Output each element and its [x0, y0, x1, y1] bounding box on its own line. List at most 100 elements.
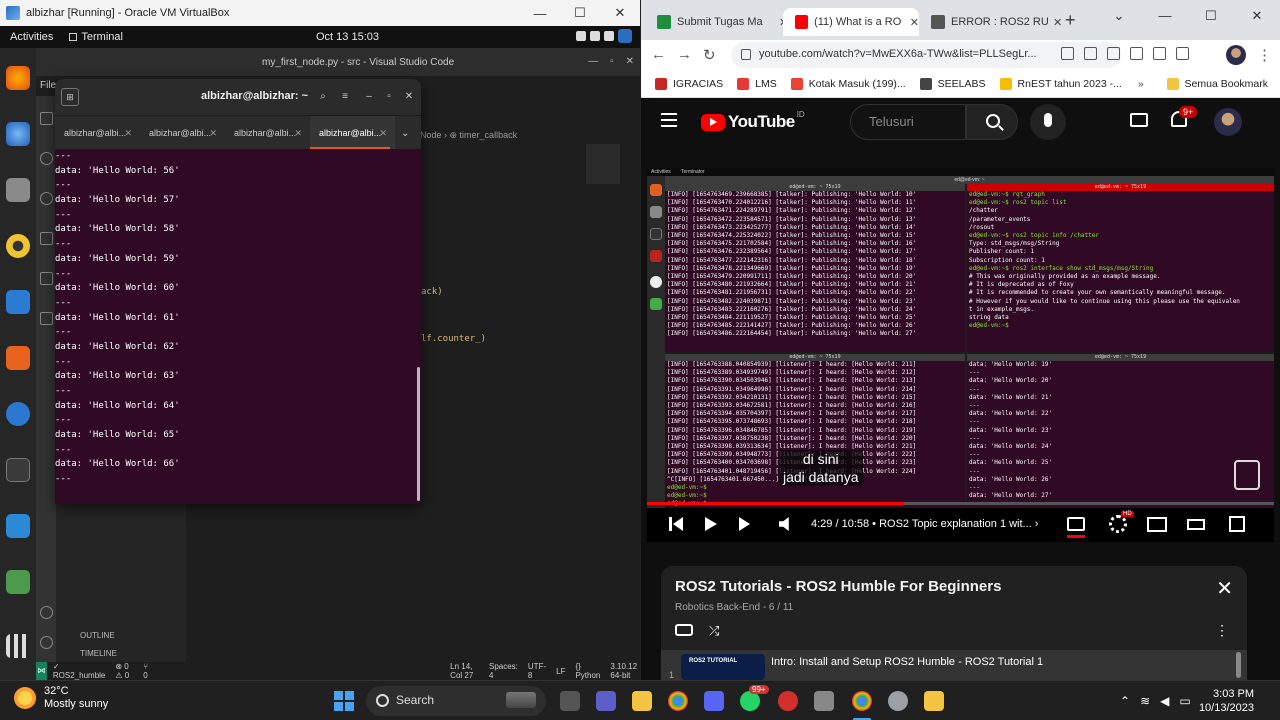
vbox-minimize-button[interactable]: —	[520, 6, 560, 21]
play-icon[interactable]	[705, 517, 717, 531]
playlist-title[interactable]: ROS2 Tutorials - ROS2 Humble For Beginne…	[675, 578, 1001, 595]
shuffle-icon[interactable]: ⤮	[709, 623, 719, 639]
terminal-tab[interactable]: albizhar@albi... ✕	[55, 116, 140, 149]
discord-icon[interactable]	[704, 691, 724, 711]
terminal-close-button[interactable]: ✕	[400, 87, 418, 107]
rhythmbox-icon[interactable]	[6, 234, 30, 258]
tray-chevron-icon[interactable]: ⌃	[1120, 694, 1130, 708]
writer-icon[interactable]	[6, 290, 30, 314]
terminal-tab-active[interactable]: albizhar@albi... ✕	[310, 116, 395, 149]
status-position[interactable]: Ln 14, Col 27	[450, 662, 479, 680]
run-debug-icon[interactable]	[40, 232, 53, 245]
playlist-item[interactable]: 1 ROS2 TUTORIAL Intro: Install and Setup…	[661, 650, 1247, 680]
vscode-close-button[interactable]: ✕	[626, 56, 634, 67]
settings-gear-icon[interactable]	[1109, 515, 1127, 533]
vscode-minimize-button[interactable]: —	[588, 56, 598, 67]
explorer-icon[interactable]	[40, 112, 53, 125]
chrome-active-icon[interactable]	[852, 691, 872, 711]
terminal-menu-button[interactable]: ≡	[336, 87, 354, 107]
create-video-icon[interactable]	[1130, 113, 1148, 127]
vscode-minimap[interactable]	[586, 144, 620, 184]
file-explorer-icon[interactable]	[632, 691, 652, 711]
vscode-menu-file[interactable]: File	[36, 76, 56, 96]
snipping-tool-icon[interactable]	[924, 691, 944, 711]
chrome-tab-active[interactable]: (11) What is a RO ✕	[783, 8, 919, 36]
miniplayer-icon[interactable]	[1147, 517, 1167, 532]
profile-avatar[interactable]	[1226, 45, 1246, 65]
extensions-icon[interactable]	[1130, 47, 1143, 60]
files-icon[interactable]	[6, 178, 30, 202]
loop-icon[interactable]	[675, 624, 693, 636]
bookmark-item[interactable]: IGRACIAS	[655, 77, 723, 90]
activities-button[interactable]: Activities	[0, 31, 63, 43]
bookmark-item[interactable]: RnEST tahun 2023 -...	[999, 77, 1122, 90]
battery-icon[interactable]: ▭	[1179, 694, 1190, 708]
firefox-icon[interactable]	[6, 66, 30, 90]
previous-video-icon[interactable]	[669, 517, 683, 531]
app-menu-terminal[interactable]: Terminal	[63, 31, 129, 43]
red-app-icon[interactable]	[778, 691, 798, 711]
whatsapp-icon[interactable]	[740, 691, 760, 711]
reading-list-icon[interactable]	[1153, 47, 1166, 60]
more-options-icon[interactable]: ⋮	[1215, 622, 1229, 639]
search-icon[interactable]	[966, 104, 1018, 140]
terminal-scrollbar[interactable]	[417, 367, 420, 501]
settings-gear-icon[interactable]	[888, 691, 908, 711]
terminal-search-button[interactable]: ⌕	[314, 87, 332, 107]
status-encoding[interactable]: UTF-8	[528, 662, 546, 680]
vbox-maximize-button[interactable]: ☐	[560, 5, 600, 21]
close-tab-icon[interactable]: ✕	[910, 16, 919, 29]
terminal-dock-icon[interactable]	[6, 458, 30, 482]
close-tab-icon[interactable]: ✕	[379, 128, 387, 139]
microphone-icon[interactable]	[1030, 104, 1066, 140]
system-tray[interactable]: ⌃ ≋ ◀ ▭	[1120, 694, 1191, 708]
tab-list-chevron-icon[interactable]: ⌄	[395, 116, 415, 149]
youtube-avatar[interactable]	[1214, 108, 1242, 136]
status-eol[interactable]: LF	[556, 667, 565, 676]
gnome-clock[interactable]: Oct 13 15:03	[316, 31, 379, 43]
wifi-icon[interactable]: ≋	[1140, 694, 1150, 708]
status-language[interactable]: {} Python	[575, 662, 600, 680]
status-problems[interactable]: ⊗ 0 ⚠ 0	[115, 662, 133, 680]
speaker-icon[interactable]: ◀	[1160, 694, 1169, 708]
bookmarks-overflow[interactable]: »	[1138, 78, 1144, 90]
vscode-dock-icon[interactable]	[6, 514, 30, 538]
side-panel-icon[interactable]	[1176, 47, 1189, 60]
new-tab-button[interactable]: +	[1065, 10, 1076, 31]
video-frame[interactable]: Activities Terminator ed@ed-vm: ~ ed@ed-…	[647, 168, 1274, 508]
trash-icon[interactable]	[6, 570, 30, 594]
bookmark-item[interactable]: LMS	[737, 77, 777, 90]
channel-watermark-icon[interactable]	[1234, 460, 1260, 490]
vbox-close-button[interactable]: ✕	[600, 5, 640, 21]
show-apps-icon[interactable]	[6, 634, 30, 658]
extensions-icon[interactable]	[40, 272, 53, 285]
outline-section[interactable]: OUTLINE	[80, 631, 200, 640]
teams-chat-icon[interactable]	[596, 691, 616, 711]
weather-widget[interactable]: 32°C Mostly sunny	[14, 685, 108, 711]
next-video-icon[interactable]	[739, 517, 750, 531]
share-icon[interactable]	[1084, 47, 1097, 60]
tablet-app-icon[interactable]	[814, 691, 834, 711]
gnome-system-tray[interactable]	[576, 29, 632, 43]
playlist-subtitle[interactable]: Robotics Back-End - 6 / 11	[675, 602, 793, 613]
status-branch[interactable]: ✓ ROS2_humble	[53, 662, 105, 680]
terminal-tab[interactable]: albizhar@albi... ✕	[225, 116, 310, 149]
forward-arrow-icon[interactable]: →	[677, 46, 692, 63]
lock-icon[interactable]	[741, 49, 751, 60]
chrome-tab[interactable]: ERROR : ROS2 RU ✕	[919, 8, 1062, 36]
new-tab-button[interactable]: ⊞	[61, 88, 79, 106]
taskbar-search[interactable]: Search	[366, 686, 546, 716]
software-icon[interactable]	[6, 346, 30, 370]
search-icon[interactable]	[40, 152, 53, 165]
all-bookmarks-folder[interactable]: Semua Bookmark	[1166, 77, 1268, 90]
bookmark-item[interactable]: Kotak Masuk (199)...	[790, 77, 906, 90]
chrome-minimize-button[interactable]: —	[1142, 8, 1188, 24]
status-spaces[interactable]: Spaces: 4	[489, 662, 518, 680]
chrome-taskbar-icon[interactable]	[668, 691, 688, 711]
close-tab-icon[interactable]: ✕	[209, 128, 217, 139]
vscode-window-buttons[interactable]: — ▫ ✕	[588, 56, 634, 67]
tab-search-chevron-icon[interactable]: ⌄	[1096, 8, 1142, 24]
status-python-version[interactable]: 3.10.12 64-bit	[610, 662, 640, 680]
chrome-tab[interactable]: Submit Tugas Ma ✕	[645, 8, 788, 36]
help-icon[interactable]	[6, 402, 30, 426]
